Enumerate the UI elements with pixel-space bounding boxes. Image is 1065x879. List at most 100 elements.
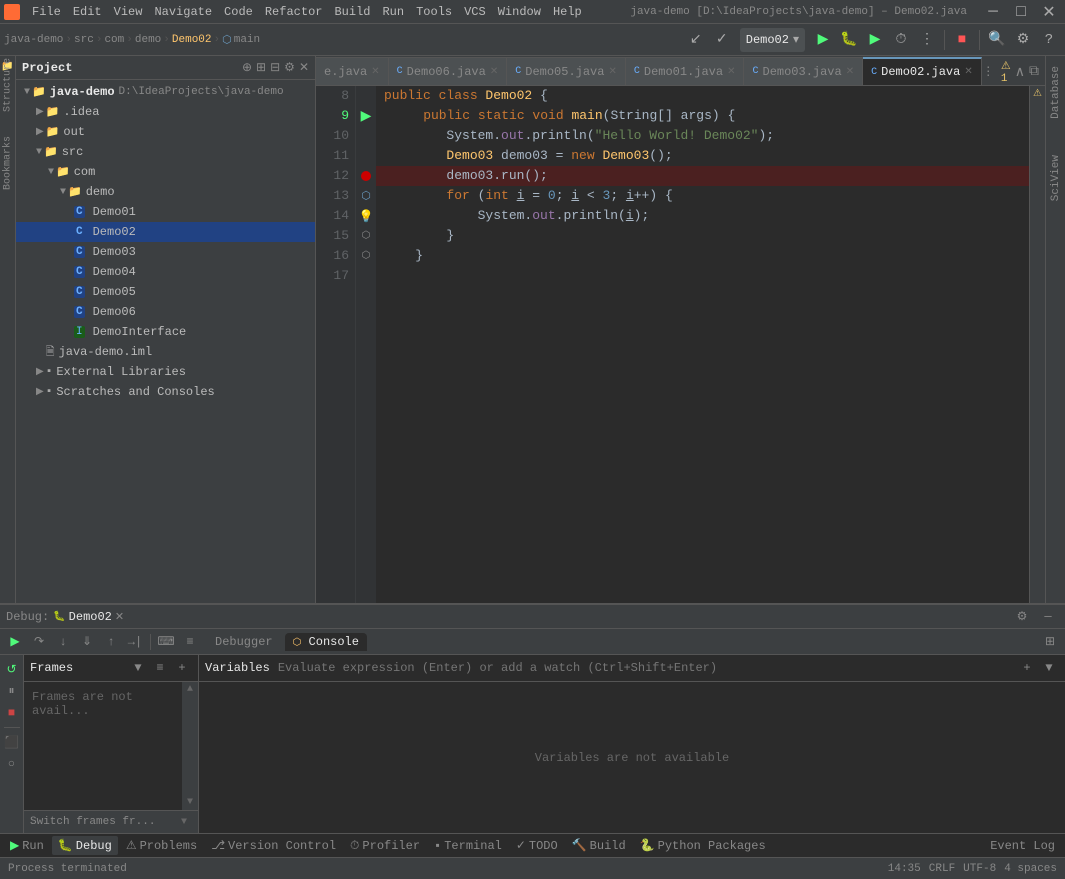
tree-demointerface[interactable]: I DemoInterface	[16, 322, 315, 342]
switch-frames-scroll[interactable]: ▼	[176, 814, 192, 830]
tree-out[interactable]: ▶ 📁 out	[16, 122, 315, 142]
close-tab-demo01-icon[interactable]: ✕	[727, 66, 735, 78]
menu-view[interactable]: View	[108, 3, 149, 21]
add-module-icon[interactable]: ⊕	[242, 60, 252, 75]
collapse-icon[interactable]: ⊟	[270, 60, 280, 75]
tree-com[interactable]: ▼ 📁 com	[16, 162, 315, 182]
close-tab-demo05-icon[interactable]: ✕	[608, 66, 616, 78]
settings-btn[interactable]: ⚙	[1011, 28, 1035, 52]
step-over-btn[interactable]: ↷	[28, 631, 50, 653]
tree-demo02[interactable]: C Demo02	[16, 222, 315, 242]
tab-demo01[interactable]: C Demo01.java ✕	[626, 57, 745, 85]
tab-demo06[interactable]: C Demo06.java ✕	[389, 57, 508, 85]
view-breakpoints-btn[interactable]: ⬛	[2, 732, 22, 752]
step-out-btn[interactable]: ↑	[100, 631, 122, 653]
menu-navigate[interactable]: Navigate	[148, 3, 218, 21]
tree-src[interactable]: ▼ 📁 src	[16, 142, 315, 162]
code-editor[interactable]: public class Demo02 { public static void…	[376, 86, 1029, 603]
resume-btn[interactable]: ▶	[4, 631, 26, 653]
layout-btn[interactable]: ⊞	[1039, 631, 1061, 653]
tree-root[interactable]: ▼ 📁 java-demo D:\IdeaProjects\java-demo	[16, 82, 315, 102]
close-tab-demo03-icon[interactable]: ✕	[846, 66, 854, 78]
menu-window[interactable]: Window	[492, 3, 547, 21]
vcs-commit-btn[interactable]: ✓	[710, 28, 734, 52]
tree-scratches[interactable]: ▶ ▪ Scratches and Consoles	[16, 382, 315, 402]
gear-icon[interactable]: ⚙	[284, 60, 295, 75]
trace-btn[interactable]: ≡	[179, 631, 201, 653]
menu-file[interactable]: File	[26, 3, 67, 21]
evaluate-btn[interactable]: ⌨	[155, 631, 177, 653]
add-watch-btn[interactable]: +	[1017, 658, 1037, 678]
expand-watch-btn[interactable]: ▼	[1039, 658, 1059, 678]
tree-demo05[interactable]: C Demo05	[16, 282, 315, 302]
add-frame-btn[interactable]: +	[172, 658, 192, 678]
more-tabs-icon[interactable]: ⋮	[982, 57, 995, 85]
run-to-cursor-btn[interactable]: →|	[124, 631, 146, 653]
breakpoint-dot[interactable]	[361, 171, 371, 181]
step-into-btn[interactable]: ↓	[52, 631, 74, 653]
close-tab-demo02-icon[interactable]: ✕	[964, 66, 972, 78]
debug-tool-btn[interactable]: 🐛 Debug	[52, 836, 118, 855]
scroll-down-icon[interactable]: ▼	[185, 795, 195, 810]
event-log-btn[interactable]: Event Log	[984, 837, 1061, 855]
menu-tools[interactable]: Tools	[410, 3, 458, 21]
line-ending[interactable]: CRLF	[929, 863, 955, 875]
profiler-btn[interactable]: ⏱ Profiler	[344, 837, 426, 855]
tree-demo[interactable]: ▼ 📁 demo	[16, 182, 315, 202]
search-everywhere-btn[interactable]: 🔍	[985, 28, 1009, 52]
bookmarks-label[interactable]: Bookmarks	[1, 156, 15, 170]
sciview-panel-label[interactable]: SciView	[1048, 149, 1064, 207]
close-tab-e-java-icon[interactable]: ✕	[371, 66, 379, 78]
version-control-btn[interactable]: ⎇ Version Control	[205, 836, 342, 855]
split-editor-icon[interactable]: ⧉	[1029, 64, 1039, 80]
tree-iml[interactable]: ▶ 🗎 java-demo.iml	[16, 342, 315, 362]
debug-btn[interactable]: 🐛	[837, 28, 861, 52]
filter-frames-toggle[interactable]: ≡	[150, 658, 170, 678]
close-panel-icon[interactable]: ✕	[299, 60, 309, 75]
gutter-12[interactable]	[356, 166, 376, 186]
close-btn[interactable]: ✕	[1037, 0, 1061, 24]
tree-demo04[interactable]: C Demo04	[16, 262, 315, 282]
more-run-btn[interactable]: ⋮	[915, 28, 939, 52]
tree-idea[interactable]: ▶ 📁 .idea	[16, 102, 315, 122]
menu-help[interactable]: Help	[547, 3, 588, 21]
python-packages-btn[interactable]: 🐍 Python Packages	[634, 836, 772, 855]
todo-btn[interactable]: ✓ TODO	[510, 836, 564, 855]
problems-tool-btn[interactable]: ⚠ Problems	[120, 836, 203, 855]
tree-demo03[interactable]: C Demo03	[16, 242, 315, 262]
tab-demo03[interactable]: C Demo03.java ✕	[744, 57, 863, 85]
frames-scrollbar[interactable]: ▲ ▼	[182, 682, 198, 810]
run-tool-btn[interactable]: ▶ Run	[4, 836, 50, 855]
breadcrumb-project[interactable]: java-demo	[4, 34, 63, 46]
breadcrumb-com[interactable]: com	[104, 34, 124, 46]
menu-vcs[interactable]: VCS	[458, 3, 492, 21]
sync-icon[interactable]: ⊞	[256, 60, 266, 75]
rerun-btn[interactable]: ↺	[2, 659, 22, 679]
tree-external-libs[interactable]: ▶ ▪ External Libraries	[16, 362, 315, 382]
tab-demo05[interactable]: C Demo05.java ✕	[507, 57, 626, 85]
tab-debugger[interactable]: Debugger	[207, 633, 281, 651]
debug-config-tab[interactable]: 🐛 Demo02 ✕	[53, 610, 124, 624]
warning-indicator[interactable]: ⚠ 1	[1001, 59, 1011, 85]
pause-btn[interactable]: ⏸	[2, 681, 22, 701]
breadcrumb-src[interactable]: src	[74, 34, 94, 46]
database-panel-label[interactable]: Database	[1048, 60, 1064, 125]
menu-build[interactable]: Build	[328, 3, 376, 21]
force-step-into-btn[interactable]: ⇓	[76, 631, 98, 653]
breadcrumb-main[interactable]: main	[234, 34, 260, 46]
vcs-update-btn[interactable]: ↙	[684, 28, 708, 52]
tab-e-java[interactable]: e.java ✕	[316, 57, 389, 85]
cursor-position[interactable]: 14:35	[888, 863, 921, 875]
menu-run[interactable]: Run	[376, 3, 410, 21]
evaluate-expression-input[interactable]	[278, 661, 1017, 675]
stop-btn[interactable]: ■	[950, 28, 974, 52]
terminal-btn[interactable]: ▪ Terminal	[428, 837, 508, 855]
help-btn[interactable]: ?	[1037, 28, 1061, 52]
run-btn[interactable]: ▶	[811, 28, 835, 52]
mute-breakpoints-btn[interactable]: ○	[2, 754, 22, 774]
scroll-up-icon[interactable]: ▲	[185, 682, 195, 697]
stop-debug-btn[interactable]: ■	[2, 703, 22, 723]
tree-demo06[interactable]: C Demo06	[16, 302, 315, 322]
structure-label[interactable]: Structure	[1, 78, 15, 92]
menu-code[interactable]: Code	[218, 3, 259, 21]
